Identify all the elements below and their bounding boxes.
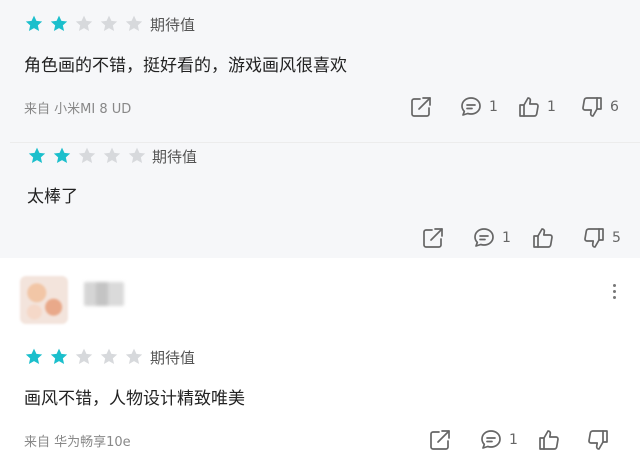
- dislike-button[interactable]: [586, 428, 610, 452]
- comment-button[interactable]: 1: [459, 95, 498, 119]
- review-text: 画风不错，人物设计精致唯美: [24, 389, 245, 409]
- star-empty-icon: [100, 348, 118, 364]
- dislike-button[interactable]: 5: [582, 226, 621, 250]
- like-button[interactable]: [537, 428, 561, 452]
- reply-card: 期待值 太棒了 1 5: [0, 134, 640, 258]
- star-filled-icon: [50, 15, 68, 32]
- star-empty-icon: [125, 15, 143, 32]
- username-blurred[interactable]: [84, 282, 124, 306]
- dislike-count: 6: [610, 99, 619, 115]
- star-empty-icon: [75, 348, 93, 364]
- comment-button[interactable]: 1: [479, 428, 518, 452]
- star-empty-icon: [100, 15, 118, 32]
- device-info: 来自 小米MI 8 UD: [24, 102, 132, 117]
- comment-count: 1: [502, 230, 511, 246]
- comment-icon: [481, 430, 501, 449]
- like-button[interactable]: 1: [517, 95, 556, 119]
- rating-stars: [24, 347, 144, 367]
- star-empty-icon: [128, 147, 146, 163]
- share-icon: [411, 97, 431, 117]
- share-icon: [430, 430, 450, 450]
- dislike-count: 5: [612, 230, 621, 246]
- rating-label: 期待值: [150, 349, 196, 367]
- star-filled-icon: [50, 348, 68, 364]
- comment-icon: [474, 228, 494, 247]
- device-info: 来自 华为畅享10e: [24, 435, 131, 450]
- review-text: 太棒了: [27, 187, 78, 207]
- share-button[interactable]: [428, 428, 452, 452]
- thumbs-up-icon: [539, 430, 559, 450]
- thumbs-down-icon: [584, 228, 604, 248]
- star-filled-icon: [53, 147, 71, 163]
- rating-stars: [24, 14, 144, 34]
- share-icon: [423, 228, 443, 248]
- dislike-button[interactable]: 6: [580, 95, 619, 119]
- avatar[interactable]: [20, 276, 68, 324]
- star-empty-icon: [75, 15, 93, 32]
- star-empty-icon: [103, 147, 121, 163]
- comment-count: 1: [489, 99, 498, 115]
- thumbs-up-icon: [519, 97, 539, 117]
- thumbs-down-icon: [588, 430, 608, 450]
- review-card: 期待值 角色画的不错，挺好看的，游戏画风很喜欢 来自 小米MI 8 UD 1 1…: [0, 0, 640, 134]
- divider: [10, 142, 640, 143]
- comment-count: 1: [509, 432, 518, 448]
- star-empty-icon: [78, 147, 96, 163]
- comment-button[interactable]: 1: [472, 226, 511, 250]
- rating-label: 期待值: [152, 148, 198, 166]
- like-count: 1: [547, 99, 556, 115]
- like-button[interactable]: [531, 226, 555, 250]
- review-text: 角色画的不错，挺好看的，游戏画风很喜欢: [24, 56, 347, 76]
- rating-stars: [27, 146, 147, 166]
- share-button[interactable]: [421, 226, 445, 250]
- star-filled-icon: [28, 147, 46, 163]
- star-filled-icon: [25, 15, 43, 32]
- star-empty-icon: [125, 348, 143, 364]
- thumbs-down-icon: [582, 97, 602, 117]
- more-vertical-icon: [608, 284, 620, 299]
- more-options-button[interactable]: [608, 282, 620, 302]
- rating-label: 期待值: [150, 16, 196, 34]
- comment-icon: [461, 97, 481, 116]
- share-button[interactable]: [409, 95, 433, 119]
- star-filled-icon: [25, 348, 43, 364]
- thumbs-up-icon: [533, 228, 553, 248]
